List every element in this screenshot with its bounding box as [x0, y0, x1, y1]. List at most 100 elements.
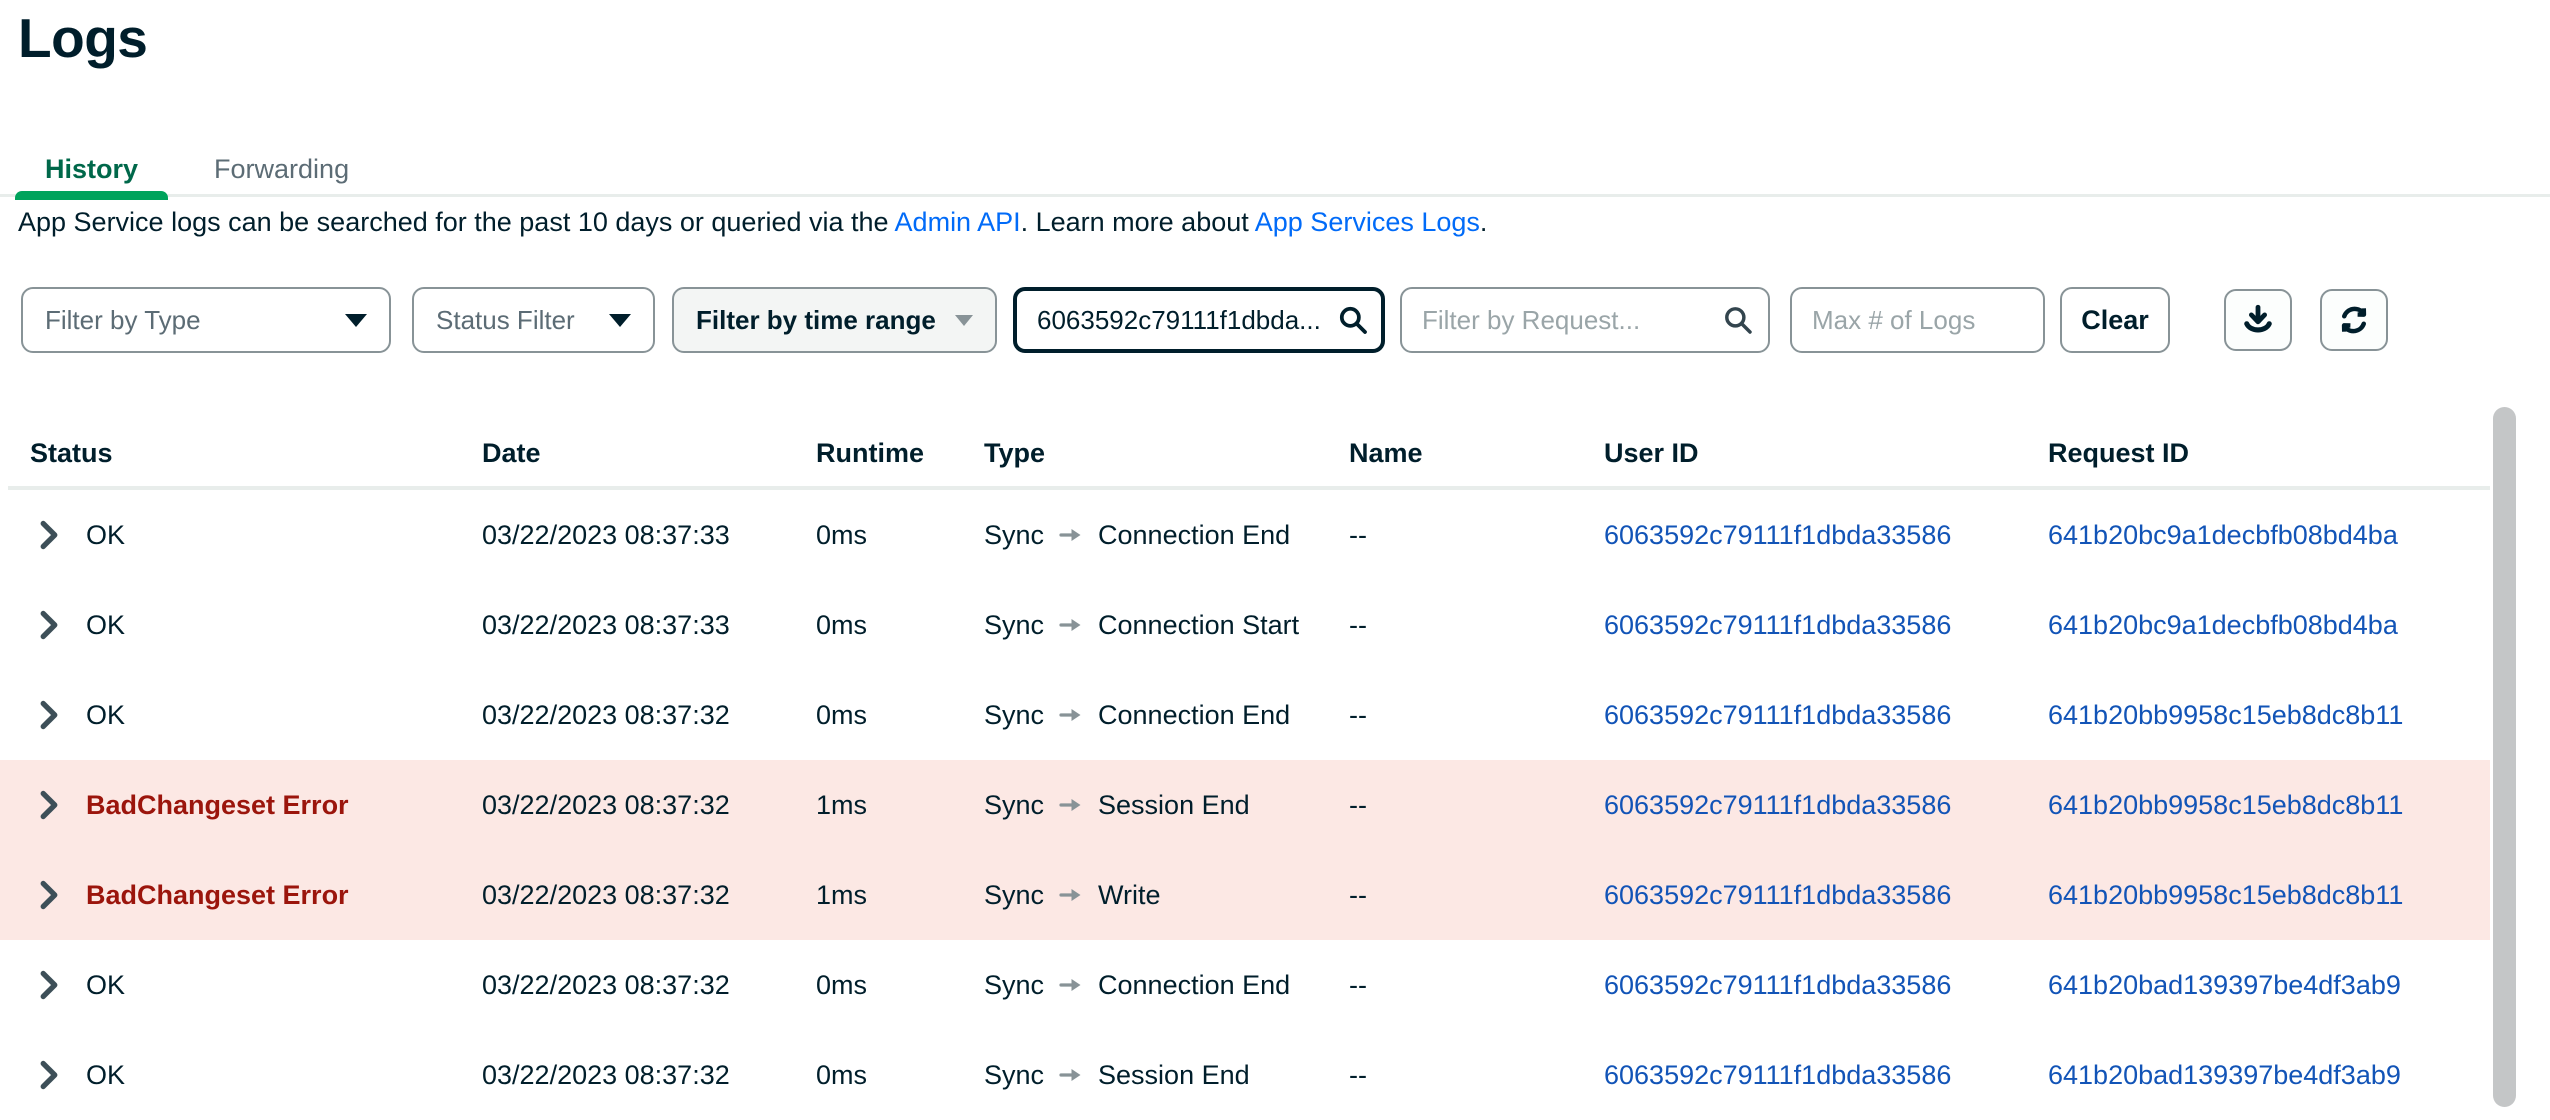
- type-cell: Sync Session End: [984, 790, 1349, 821]
- request-id-link[interactable]: 641b20bad139397be4df3ab9: [2048, 970, 2401, 1000]
- type-source: Sync: [984, 790, 1044, 821]
- date-cell: 03/22/2023 08:37:32: [482, 790, 816, 821]
- type-cell: Sync Write: [984, 880, 1349, 911]
- expand-row-button[interactable]: [38, 700, 60, 730]
- runtime-cell: 0ms: [816, 970, 984, 1001]
- download-logs-button[interactable]: [2224, 289, 2292, 351]
- refresh-logs-button[interactable]: [2320, 289, 2388, 351]
- name-cell: --: [1349, 700, 1604, 731]
- column-header-status: Status: [0, 438, 482, 469]
- user-id-link[interactable]: 6063592c79111f1dbda33586: [1604, 700, 1951, 730]
- time-range-dropdown[interactable]: Filter by time range: [672, 287, 997, 353]
- tab-history[interactable]: History: [15, 142, 168, 197]
- user-id-link[interactable]: 6063592c79111f1dbda33586: [1604, 610, 1951, 640]
- status-cell: OK: [0, 520, 482, 551]
- user-id-link[interactable]: 6063592c79111f1dbda33586: [1604, 1060, 1951, 1090]
- arrow-right-icon: [1058, 615, 1084, 635]
- app-services-logs-link[interactable]: App Services Logs: [1255, 207, 1480, 237]
- user-id-search-input[interactable]: [1013, 287, 1385, 353]
- user-id-link[interactable]: 6063592c79111f1dbda33586: [1604, 880, 1951, 910]
- type-event: Connection Start: [1098, 610, 1299, 641]
- table-row: BadChangeset Error 03/22/2023 08:37:32 1…: [0, 850, 2490, 940]
- tab-forwarding-label: Forwarding: [214, 154, 349, 185]
- arrow-right-icon: [1058, 525, 1084, 545]
- expand-row-button[interactable]: [38, 520, 60, 550]
- description-text: App Service logs can be searched for the…: [18, 207, 895, 237]
- expand-row-button[interactable]: [38, 880, 60, 910]
- description-text: .: [1480, 207, 1488, 237]
- search-icon: [1337, 304, 1369, 336]
- request-search-input[interactable]: [1400, 287, 1770, 353]
- vertical-scrollbar-thumb[interactable]: [2493, 407, 2516, 1107]
- column-header-name: Name: [1349, 438, 1604, 469]
- user-id-cell: 6063592c79111f1dbda33586: [1604, 700, 2048, 731]
- name-cell: --: [1349, 790, 1604, 821]
- type-event: Connection End: [1098, 520, 1290, 551]
- request-id-cell: 641b20bc9a1decbfb08bd4ba: [2048, 610, 2490, 641]
- status-badge: OK: [86, 520, 125, 551]
- active-tab-indicator: [15, 191, 168, 200]
- table-header: Status Date Runtime Type Name User ID Re…: [0, 424, 2490, 482]
- request-id-link[interactable]: 641b20bc9a1decbfb08bd4ba: [2048, 520, 2398, 550]
- arrow-right-icon: [1058, 705, 1084, 725]
- status-badge: OK: [86, 1060, 125, 1091]
- chevron-down-icon: [955, 315, 973, 326]
- runtime-cell: 1ms: [816, 880, 984, 911]
- expand-row-button[interactable]: [38, 790, 60, 820]
- type-cell: Sync Session End: [984, 1060, 1349, 1091]
- request-id-link[interactable]: 641b20bb9958c15eb8dc8b11: [2048, 880, 2403, 910]
- expand-row-button[interactable]: [38, 610, 60, 640]
- type-source: Sync: [984, 1060, 1044, 1091]
- date-cell: 03/22/2023 08:37:32: [482, 970, 816, 1001]
- expand-row-button[interactable]: [38, 970, 60, 1000]
- request-id-cell: 641b20bad139397be4df3ab9: [2048, 970, 2490, 1001]
- request-id-link[interactable]: 641b20bc9a1decbfb08bd4ba: [2048, 610, 2398, 640]
- type-event: Session End: [1098, 1060, 1250, 1091]
- type-source: Sync: [984, 700, 1044, 731]
- status-cell: OK: [0, 1060, 482, 1091]
- status-cell: BadChangeset Error: [0, 880, 482, 911]
- log-rows: OK 03/22/2023 08:37:33 0ms Sync Connecti…: [0, 490, 2490, 1120]
- date-cell: 03/22/2023 08:37:32: [482, 880, 816, 911]
- runtime-cell: 0ms: [816, 700, 984, 731]
- admin-api-link[interactable]: Admin API: [895, 207, 1021, 237]
- type-source: Sync: [984, 520, 1044, 551]
- name-cell: --: [1349, 1060, 1604, 1091]
- page-title: Logs: [18, 6, 147, 70]
- user-id-search-wrap: [1013, 287, 1385, 353]
- column-header-type: Type: [984, 438, 1349, 469]
- filter-by-type-dropdown[interactable]: Filter by Type: [21, 287, 391, 353]
- download-icon: [2240, 302, 2276, 338]
- refresh-icon: [2336, 302, 2372, 338]
- type-event: Connection End: [1098, 700, 1290, 731]
- type-cell: Sync Connection End: [984, 520, 1349, 551]
- table-row: OK 03/22/2023 08:37:32 0ms Sync Session …: [0, 1030, 2490, 1120]
- tab-history-label: History: [45, 154, 138, 185]
- max-logs-input[interactable]: [1790, 287, 2045, 353]
- user-id-link[interactable]: 6063592c79111f1dbda33586: [1604, 790, 1951, 820]
- chevron-right-icon: [38, 610, 60, 640]
- user-id-link[interactable]: 6063592c79111f1dbda33586: [1604, 970, 1951, 1000]
- request-id-cell: 641b20bad139397be4df3ab9: [2048, 1060, 2490, 1091]
- date-cell: 03/22/2023 08:37:33: [482, 610, 816, 641]
- request-id-link[interactable]: 641b20bad139397be4df3ab9: [2048, 1060, 2401, 1090]
- type-event: Write: [1098, 880, 1161, 911]
- request-id-link[interactable]: 641b20bb9958c15eb8dc8b11: [2048, 790, 2403, 820]
- chevron-right-icon: [38, 520, 60, 550]
- date-cell: 03/22/2023 08:37:32: [482, 700, 816, 731]
- time-range-label: Filter by time range: [696, 305, 936, 336]
- user-id-link[interactable]: 6063592c79111f1dbda33586: [1604, 520, 1951, 550]
- status-badge: BadChangeset Error: [86, 790, 349, 821]
- type-source: Sync: [984, 610, 1044, 641]
- chevron-right-icon: [38, 700, 60, 730]
- tabs-divider: [0, 194, 2550, 197]
- status-cell: OK: [0, 700, 482, 731]
- tab-forwarding[interactable]: Forwarding: [184, 142, 379, 197]
- filter-by-type-label: Filter by Type: [45, 305, 201, 336]
- request-id-link[interactable]: 641b20bb9958c15eb8dc8b11: [2048, 700, 2403, 730]
- expand-row-button[interactable]: [38, 1060, 60, 1090]
- column-header-date: Date: [482, 438, 816, 469]
- clear-button[interactable]: Clear: [2060, 287, 2170, 353]
- type-cell: Sync Connection Start: [984, 610, 1349, 641]
- status-filter-dropdown[interactable]: Status Filter: [412, 287, 655, 353]
